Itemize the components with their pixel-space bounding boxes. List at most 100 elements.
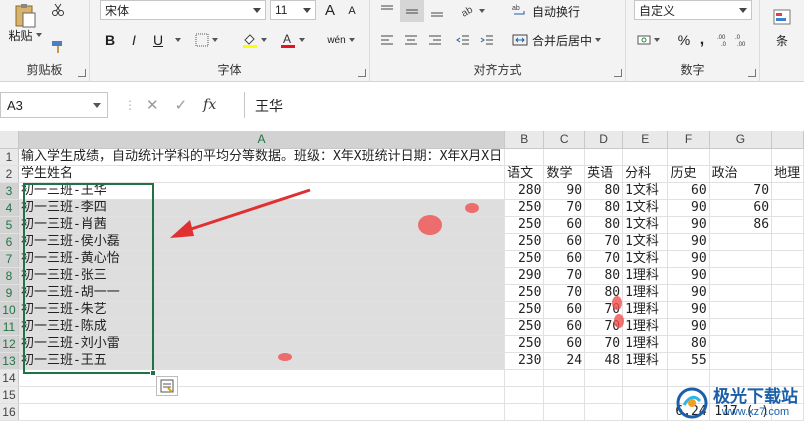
cell-h[interactable] xyxy=(771,199,804,217)
cell-f[interactable]: 80 xyxy=(667,335,710,353)
cell-d[interactable]: 80 xyxy=(584,182,624,200)
name-box[interactable]: A3 xyxy=(0,92,108,118)
cut-icon[interactable] xyxy=(48,2,68,18)
cell-g[interactable] xyxy=(709,148,773,166)
cell-g[interactable] xyxy=(709,352,773,370)
font-color-icon[interactable]: A xyxy=(278,30,306,50)
cell-b[interactable]: 250 xyxy=(504,216,545,234)
cell-f[interactable]: 历史 xyxy=(667,165,710,183)
cell-f[interactable]: 90 xyxy=(667,301,710,319)
cell-f[interactable]: 90 xyxy=(667,284,710,302)
format-painter-icon[interactable] xyxy=(48,38,68,56)
formula-input[interactable]: 王华 xyxy=(244,92,804,118)
cell-d[interactable]: 英语 xyxy=(584,165,624,183)
orientation-icon[interactable]: ab xyxy=(458,0,486,22)
phonetic-guide-button[interactable]: wén xyxy=(324,30,358,50)
cell-a[interactable]: 初一三班-王五 xyxy=(18,352,506,370)
grow-font-button[interactable]: A xyxy=(320,0,340,20)
fill-color-icon[interactable] xyxy=(240,30,268,50)
number-format-select[interactable]: 自定义 xyxy=(634,0,752,20)
cell-e[interactable] xyxy=(622,386,669,404)
cell-b[interactable]: 250 xyxy=(504,199,545,217)
alignment-launcher-icon[interactable] xyxy=(614,69,622,77)
cell-e[interactable]: 1文科 xyxy=(622,199,669,217)
cell-a[interactable]: 输入学生成绩，自动统计学科的平均分等数据。班级：X年X班统计日期：X年X月X日 xyxy=(18,148,506,166)
cell-e[interactable]: 1理科 xyxy=(622,335,669,353)
cell-d[interactable]: 70 xyxy=(584,233,624,251)
cell-d[interactable] xyxy=(584,369,624,387)
column-header-a[interactable]: A xyxy=(18,131,506,149)
column-header-b[interactable]: B xyxy=(504,131,545,149)
cell-d[interactable]: 48 xyxy=(584,352,624,370)
cell-e[interactable]: 1理科 xyxy=(622,352,669,370)
column-header-g[interactable]: G xyxy=(709,131,773,149)
decrease-decimal-icon[interactable]: .0.00 xyxy=(734,30,752,50)
select-all-corner[interactable] xyxy=(0,131,19,149)
cell-b[interactable]: 290 xyxy=(504,267,545,285)
underline-button[interactable]: U xyxy=(148,30,168,50)
row-header[interactable]: 13 xyxy=(0,352,19,370)
enter-icon[interactable]: ✓ xyxy=(175,96,188,114)
cell-d[interactable]: 80 xyxy=(584,216,624,234)
cell-a[interactable]: 初一三班-陈成 xyxy=(18,318,506,336)
cell-b[interactable]: 250 xyxy=(504,250,545,268)
conditional-formatting-button[interactable]: 条 xyxy=(768,30,796,50)
comma-style-button[interactable]: , xyxy=(694,30,710,50)
cell-g[interactable]: 70 xyxy=(709,182,773,200)
cell-b[interactable]: 250 xyxy=(504,335,545,353)
cell-f[interactable]: 60 xyxy=(667,182,710,200)
cell-a[interactable] xyxy=(18,386,506,404)
cell-b[interactable]: 250 xyxy=(504,284,545,302)
cell-e[interactable]: 1理科 xyxy=(622,284,669,302)
number-launcher-icon[interactable] xyxy=(748,69,756,77)
cell-g[interactable] xyxy=(709,318,773,336)
cell-d[interactable] xyxy=(584,386,624,404)
row-header[interactable]: 6 xyxy=(0,233,19,251)
cell-e[interactable]: 1文科 xyxy=(622,233,669,251)
cell-b[interactable]: 语文 xyxy=(504,165,545,183)
row-header[interactable]: 11 xyxy=(0,318,19,336)
cell-a[interactable]: 初一三班-黄心怡 xyxy=(18,250,506,268)
cell-a[interactable]: 初一三班-刘小雷 xyxy=(18,335,506,353)
cell-g[interactable] xyxy=(709,335,773,353)
cell-d[interactable]: 70 xyxy=(584,250,624,268)
cell-e[interactable]: 1理科 xyxy=(622,267,669,285)
cell-e[interactable] xyxy=(622,148,669,166)
cancel-icon[interactable]: ✕ xyxy=(146,96,159,114)
cell-f[interactable]: 90 xyxy=(667,216,710,234)
cell-c[interactable]: 60 xyxy=(543,250,586,268)
font-size-select[interactable]: 11 xyxy=(270,0,316,20)
column-header-c[interactable]: C xyxy=(543,131,586,149)
cell-e[interactable]: 1文科 xyxy=(622,216,669,234)
column-header-h[interactable] xyxy=(771,131,804,149)
cell-b[interactable] xyxy=(504,386,545,404)
cell-f[interactable] xyxy=(667,369,710,387)
cell-b[interactable] xyxy=(504,403,545,421)
cell-e[interactable]: 1理科 xyxy=(622,301,669,319)
cell-c[interactable] xyxy=(543,148,586,166)
cell-h[interactable] xyxy=(771,352,804,370)
quick-analysis-icon[interactable] xyxy=(156,376,178,396)
cell-h[interactable] xyxy=(771,233,804,251)
cell-g[interactable] xyxy=(709,267,773,285)
cell-g[interactable] xyxy=(709,250,773,268)
row-header[interactable]: 1 xyxy=(0,148,19,166)
cell-h[interactable] xyxy=(771,250,804,268)
cell-h[interactable] xyxy=(771,301,804,319)
row-header[interactable]: 14 xyxy=(0,369,19,387)
increase-decimal-icon[interactable]: .00.0 xyxy=(716,30,734,50)
cell-d[interactable]: 80 xyxy=(584,267,624,285)
cell-g[interactable]: 60 xyxy=(709,199,773,217)
align-left-icon[interactable] xyxy=(376,30,398,50)
cell-a[interactable]: 初一三班-胡一一 xyxy=(18,284,506,302)
cell-d[interactable] xyxy=(584,148,624,166)
row-header[interactable]: 10 xyxy=(0,301,19,319)
cell-c[interactable]: 24 xyxy=(543,352,586,370)
row-header[interactable]: 15 xyxy=(0,386,19,404)
cell-h[interactable] xyxy=(771,148,804,166)
column-header-d[interactable]: D xyxy=(584,131,624,149)
clipboard-launcher-icon[interactable] xyxy=(78,69,86,77)
cell-d[interactable] xyxy=(584,403,624,421)
row-header[interactable]: 9 xyxy=(0,284,19,302)
align-middle-icon[interactable] xyxy=(400,0,424,22)
